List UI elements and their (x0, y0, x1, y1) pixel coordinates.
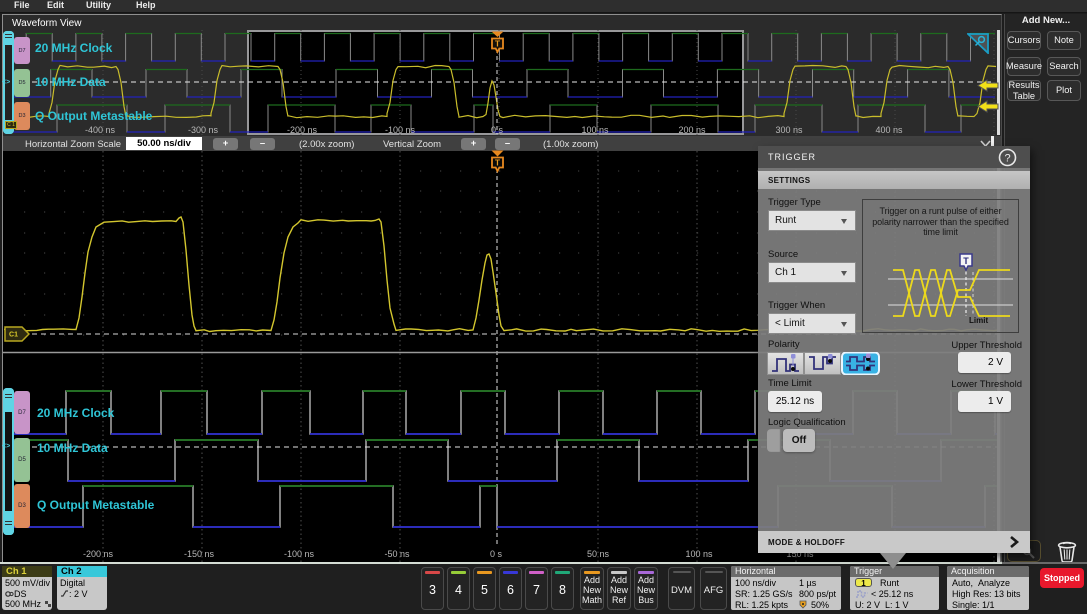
svg-text:C1: C1 (9, 332, 18, 339)
svg-text:Limit: Limit (969, 316, 988, 325)
svg-text:T: T (495, 39, 501, 49)
svg-text:T: T (963, 256, 969, 266)
svg-text:?: ? (1004, 153, 1010, 165)
svg-text:T: T (495, 158, 501, 168)
